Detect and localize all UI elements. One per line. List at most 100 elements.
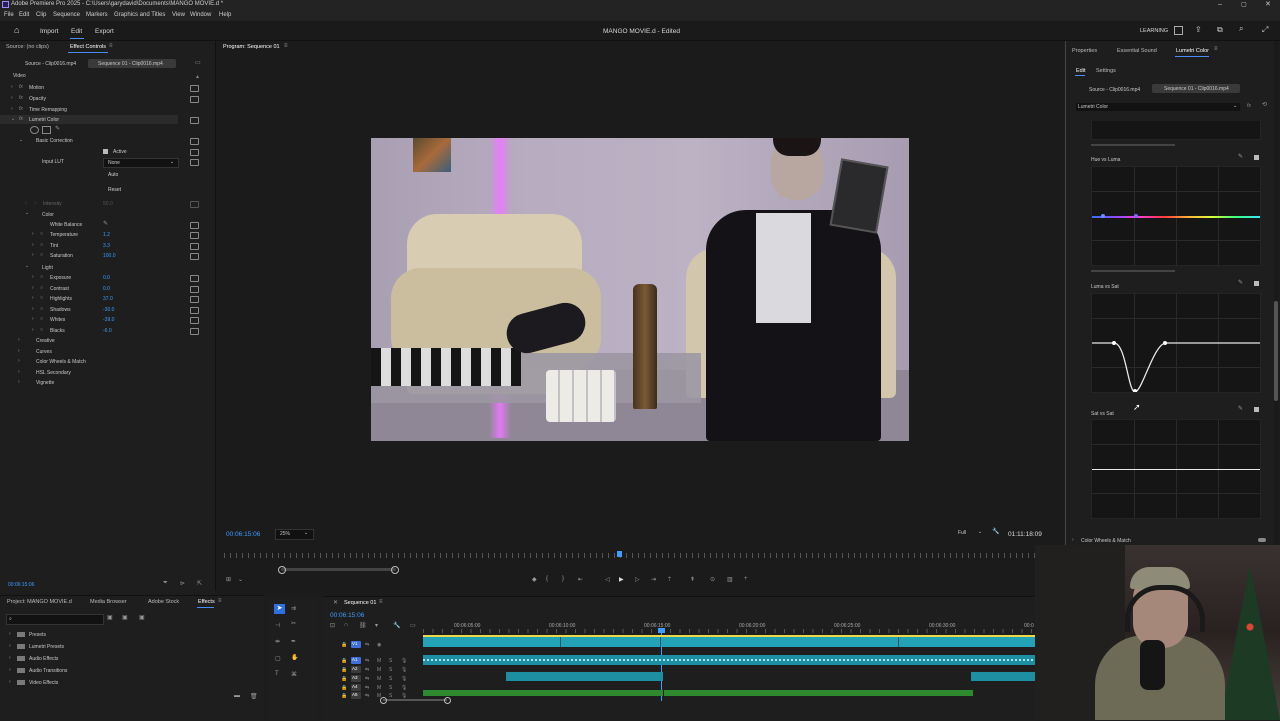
lumetri-source-label[interactable]: Source - Clip0016.mp4 [1089,87,1140,93]
lumetri-scrollbar[interactable] [1274,41,1278,546]
sat-sat-eyedropper-icon[interactable]: ✎ [1238,405,1243,412]
color-wheels-toggle[interactable] [1258,538,1266,542]
reset-blacks-icon[interactable] [190,327,199,335]
param-blacks-value[interactable]: -6.0 [103,328,112,334]
reset-tint-icon[interactable] [190,242,199,250]
luma-sat-point-2[interactable] [1133,389,1137,392]
expand-vignette-icon[interactable]: › [18,379,20,385]
expand-opacity-icon[interactable]: › [11,95,13,101]
solo-a2-icon[interactable]: S [389,667,392,673]
menu-file[interactable]: File [4,12,14,18]
tab-effects[interactable]: Effects [198,599,215,605]
export-frame-icon[interactable]: ⇱ [197,580,202,587]
mini-timeline-icon[interactable]: ▭ [195,59,201,66]
sat-vs-sat-graph[interactable] [1091,419,1261,519]
folder-presets[interactable]: Presets [29,632,46,638]
lumetri-panel-menu-icon[interactable]: ≡ [1214,46,1218,52]
luma-vs-sat-graph[interactable] [1091,293,1261,393]
quality-select[interactable]: Full ⌄ [956,529,986,538]
hue-luma-eyedropper-icon[interactable]: ✎ [1238,153,1243,160]
timeline-zoom-right[interactable] [444,697,451,704]
stopwatch-tint-icon[interactable]: ○ [40,242,43,248]
reset-basic-icon[interactable] [190,138,199,145]
learning-label[interactable]: LEARNING [1140,28,1168,34]
menu-sequence[interactable]: Sequence [53,12,80,18]
wrench-tl-icon[interactable]: 🔧 [393,622,400,629]
effects-menu-icon[interactable]: ≡ [218,598,222,604]
stopwatch-exposure-icon[interactable]: ○ [40,274,43,280]
expand-audio-effects-icon[interactable]: › [9,655,11,661]
zoom-scroll-right-handle[interactable] [391,566,399,574]
maximize-icon[interactable]: ▢ [1241,1,1247,8]
toggle-a1-icon[interactable]: M [377,658,381,664]
subtab-settings[interactable]: Settings [1096,68,1116,74]
lumetri-scrollbar-thumb[interactable] [1274,301,1278,401]
mask-pen-icon[interactable]: ✎ [55,125,60,132]
captions-icon[interactable]: ▭ [410,622,416,629]
menu-markers[interactable]: Markers [86,12,108,18]
search-icon[interactable]: ⌕ [1239,24,1243,34]
expand-exposure-icon[interactable]: › [32,274,34,280]
program-menu-icon[interactable]: ≡ [284,43,288,49]
audio-clip-a3[interactable] [971,672,1035,681]
step-forward-icon[interactable]: ▷ [635,576,640,583]
section-curves[interactable]: Curves [36,349,52,355]
tab-essential-sound[interactable]: Essential Sound [1117,48,1157,54]
folder-video-effects[interactable]: Video Effects [29,680,58,686]
type-tool-icon[interactable]: T [275,671,279,677]
expand-shadows-icon[interactable]: › [32,306,34,312]
video-clip-track[interactable] [423,637,1035,647]
collapse-light-icon[interactable]: ⌄ [25,263,29,269]
program-playhead[interactable] [617,551,622,557]
zoom-scroll-left-handle[interactable] [278,566,286,574]
toggle-v1-icon[interactable]: ◉ [377,642,381,648]
input-lut-select[interactable]: None ⌄ [103,158,179,168]
effects-search-input[interactable]: ⌕ [6,614,104,625]
reset-contrast-icon[interactable] [190,285,199,293]
param-tint-value[interactable]: 3.3 [103,243,110,249]
reset-temperature-icon[interactable] [190,232,199,239]
collapse-basic-icon[interactable]: ⌄ [19,137,23,143]
toggle-a3-icon[interactable]: M [377,676,381,682]
toggle-a2-icon[interactable]: M [377,667,381,673]
expand-curves-icon[interactable]: › [18,348,20,354]
step-back-icon[interactable]: ◁ [605,576,610,583]
reset-opacity-icon[interactable] [190,96,199,103]
32bit-effects-icon[interactable]: ▣ [122,614,128,621]
go-to-out-icon[interactable]: ⇥ [651,576,656,583]
razor-tool-icon[interactable]: ✂ [291,620,296,627]
play-only-icon[interactable]: ⊳ [180,580,185,587]
section-creative[interactable]: Creative [36,338,55,344]
section-hsl-secondary[interactable]: HSL Secondary [36,370,71,376]
section-color-wheels-match[interactable]: Color Wheels & Match [36,359,86,365]
expand-whites-icon[interactable]: › [32,316,34,322]
expand-motion-icon[interactable]: › [11,84,13,90]
menu-clip[interactable]: Clip [36,12,46,18]
tab-export[interactable]: Export [95,28,114,35]
param-shadows-value[interactable]: -30.0 [103,307,114,313]
audio-clip-a2[interactable] [506,672,663,681]
home-icon[interactable]: ⌂ [14,25,19,35]
scrollbar-hue[interactable] [1091,270,1175,272]
sat-sat-checkbox[interactable] [1254,407,1259,412]
audio-clip-a5-green-1[interactable] [423,690,663,696]
light-section-label[interactable]: Light [42,265,53,271]
folder-audio-effects[interactable]: Audio Effects [29,656,58,662]
expand-time-remap-icon[interactable]: › [11,106,13,112]
tab-lumetri-color[interactable]: Lumetri Color [1176,48,1209,54]
accelerated-effects-icon[interactable]: ▣ [107,614,113,621]
expand-color-wheels-icon[interactable]: › [1072,537,1074,543]
play-icon[interactable]: ▶ [619,576,624,583]
track-a4-target[interactable]: A4 [351,684,361,691]
sync-a1-icon[interactable]: ⇆ [365,658,369,664]
delete-icon[interactable]: 🗑 [250,693,258,700]
curve-graph-top[interactable] [1091,121,1261,140]
collapse-color-icon[interactable]: ⌄ [25,210,29,216]
effect-opacity[interactable]: Opacity [29,96,46,102]
expand-presets-icon[interactable]: › [9,631,11,637]
linked-icon[interactable]: ⛓ [359,622,367,629]
timeline-timecode[interactable]: 00:06:15:06 [330,612,364,619]
param-temperature-value[interactable]: 1.2 [103,232,110,238]
mic-a2-icon[interactable]: 🎙 [401,667,407,673]
close-icon[interactable]: ✕ [1265,0,1271,8]
